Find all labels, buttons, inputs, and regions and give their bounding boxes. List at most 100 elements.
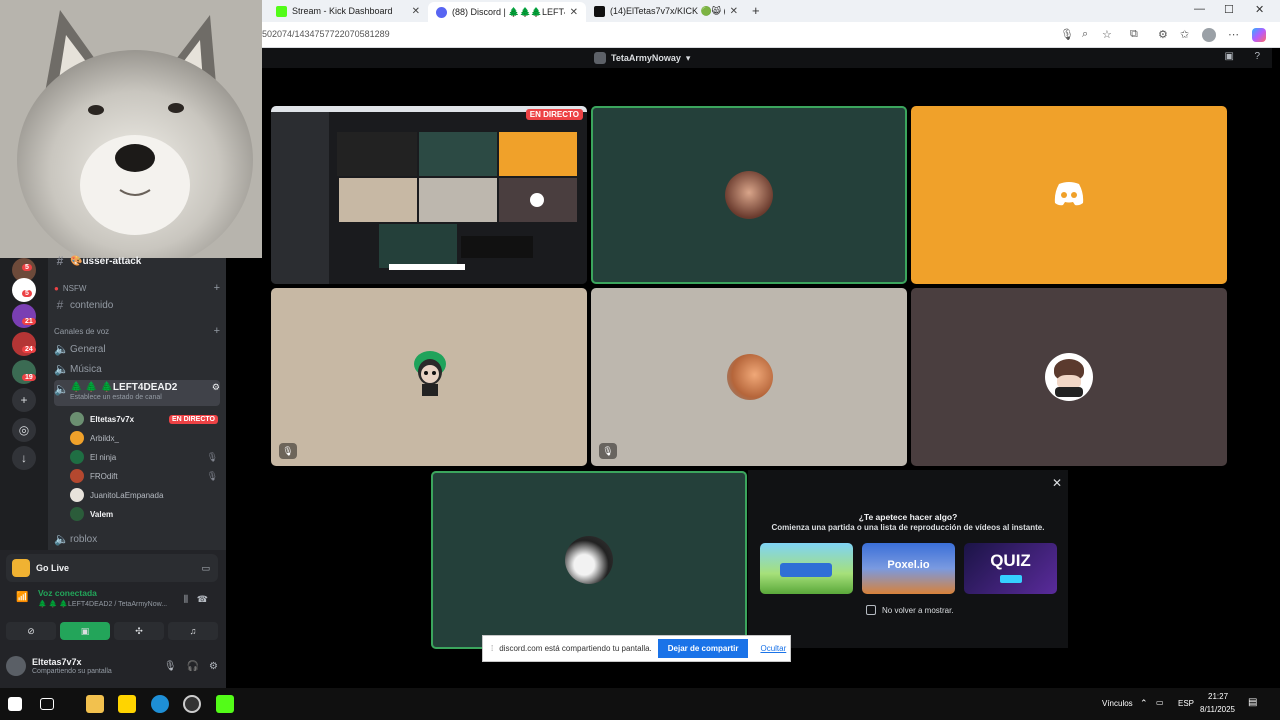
help-icon[interactable]: ? <box>1254 51 1260 62</box>
minimize-button[interactable]: — <box>1194 3 1205 15</box>
soundboard-icon[interactable]: ♫ <box>168 622 218 640</box>
app-icon[interactable] <box>216 695 234 713</box>
links-label[interactable]: Vínculos <box>1102 699 1133 708</box>
chevron-down-icon[interactable]: ▾ <box>686 53 691 64</box>
stop-sharing-button[interactable]: Dejar de compartir <box>657 639 749 658</box>
hide-link[interactable]: Ocultar <box>760 644 786 653</box>
activity-title: ¿Te apetece hacer algo? <box>858 512 958 522</box>
participant-tile[interactable]: 🎙 <box>271 288 587 466</box>
browser-tab-kick[interactable]: Stream - Kick Dashboard ✕ <box>268 2 428 20</box>
close-icon[interactable]: ✕ <box>412 6 420 17</box>
voice-user[interactable]: Valem <box>70 505 218 523</box>
close-icon[interactable]: ✕ <box>730 6 738 17</box>
add-channel-icon[interactable]: + <box>214 325 220 337</box>
network-icon[interactable]: ▭ <box>1156 698 1164 707</box>
split-icon[interactable]: ⚙ <box>1158 28 1168 41</box>
copilot-icon[interactable] <box>1252 28 1266 42</box>
file-explorer-icon[interactable] <box>86 695 104 713</box>
window-close-button[interactable]: ✕ <box>1255 3 1264 16</box>
signal-icon[interactable]: 📶 <box>16 592 28 603</box>
participant-tile[interactable] <box>591 106 907 284</box>
user-name: Eltetas7v7x <box>90 414 135 424</box>
screenshare-tile[interactable]: EN DIRECTO <box>271 106 587 284</box>
channel-contenido[interactable]: # contenido <box>54 296 220 314</box>
voice-user[interactable]: JuanitoLaEmpanada <box>70 486 218 504</box>
category-voice[interactable]: Canales de voz + <box>54 322 220 340</box>
speaker-icon: 🔈 <box>54 362 69 376</box>
dont-show-again[interactable]: No volver a mostrar. <box>866 605 954 615</box>
clock-time[interactable]: 21:27 <box>1208 692 1228 701</box>
more-icon[interactable]: ⋯ <box>1228 28 1239 41</box>
activities-icon[interactable]: ✣ <box>114 622 164 640</box>
mic-icon[interactable]: 🎙 <box>1060 28 1074 41</box>
headphones-icon[interactable]: 🎧 <box>187 661 199 672</box>
disconnect-icon[interactable]: ☎ <box>197 594 208 605</box>
voice-user[interactable]: El ninja 🎙 <box>70 448 218 466</box>
notification-icon[interactable]: ▤ <box>1248 697 1257 708</box>
edge-icon[interactable] <box>151 695 169 713</box>
add-channel-icon[interactable]: + <box>214 282 220 294</box>
task-view-icon[interactable] <box>40 698 54 710</box>
clock-date[interactable]: 8/11/2025 <box>1200 705 1235 714</box>
address-bar[interactable]: 502074/1434757722070581289 🎙 ⌕ ☆ ⧉ ⚙ ✩ ⋯ <box>262 22 1280 48</box>
server-icon <box>594 52 606 64</box>
channel-name: 🌲 🌲 🌲LEFT4DEAD2 <box>70 382 178 393</box>
zoom-icon[interactable]: ⌕ <box>1082 28 1088 41</box>
new-tab-button[interactable]: + <box>752 3 760 18</box>
participant-tile[interactable]: 🎙 <box>591 288 907 466</box>
browser-tab-discord[interactable]: (88) Discord | 🌲🌲🌲LEFT4 ✕ <box>428 2 586 22</box>
voice-user[interactable]: Eltetas7v7x EN DIRECTO <box>70 410 218 428</box>
participant-tile[interactable] <box>911 106 1227 284</box>
url-text[interactable]: 502074/1434757722070581289 <box>262 29 390 39</box>
close-icon[interactable]: ✕ <box>570 7 578 18</box>
current-user[interactable]: Eltetas7v7x Compartiendo su pantalla 🎙 🎧… <box>6 650 218 682</box>
obs-icon[interactable] <box>183 695 201 713</box>
category-nsfw[interactable]: ● NSFW + <box>54 279 220 297</box>
chevron-up-icon[interactable]: ⌃ <box>1140 698 1148 709</box>
favorites-icon[interactable]: ✩ <box>1180 28 1189 41</box>
go-live-button[interactable]: Go Live ▭ <box>6 554 218 582</box>
voice-user[interactable]: FROdift 🎙 <box>70 467 218 485</box>
avatar <box>727 354 773 400</box>
activity-card-poxel[interactable]: Poxel.io <box>862 543 955 594</box>
screen-icon[interactable]: ▭ <box>201 563 210 574</box>
channel-status[interactable]: Establece un estado de canal <box>70 394 177 401</box>
user-status: Compartiendo su pantalla <box>32 668 112 675</box>
gear-icon[interactable]: ⚙ <box>209 661 218 672</box>
gear-icon[interactable]: ⚙ <box>212 382 220 393</box>
maximize-button[interactable]: ☐ <box>1224 3 1234 16</box>
participant-tile[interactable] <box>911 288 1227 466</box>
add-server-icon[interactable]: + <box>12 388 36 412</box>
user-panel: Go Live ▭ 📶 Voz conectada 🌲 🌲 🌲LEFT4DEAD… <box>0 550 226 688</box>
inbox-icon[interactable]: ▣ <box>1225 51 1234 62</box>
activity-card-quiz[interactable]: QUIZ <box>964 543 1057 594</box>
voice-channel-left4dead2[interactable]: 🔈 🌲 🌲 🌲LEFT4DEAD2 Establece un estado de… <box>54 380 220 406</box>
checkbox[interactable] <box>866 605 876 615</box>
camera-off-icon[interactable]: ⊘ <box>6 622 56 640</box>
noise-icon[interactable]: ⫼ <box>184 594 188 605</box>
voice-user[interactable]: Arbildx_ <box>70 429 218 447</box>
voice-channel-general[interactable]: 🔈 General <box>54 340 220 358</box>
close-icon[interactable]: ✕ <box>1052 476 1062 490</box>
drag-handle-icon[interactable]: ⁞ <box>491 644 493 653</box>
profile-icon[interactable] <box>1202 28 1216 42</box>
download-icon[interactable]: ↓ <box>12 446 36 470</box>
discord-icon <box>436 6 447 18</box>
unread-badge: 21 <box>22 318 36 325</box>
channel-usser-attack[interactable]: # 🎨usser-attack <box>54 252 220 270</box>
voice-channel-roblox[interactable]: 🔈 roblox <box>54 530 220 548</box>
browser-tab-tiktok[interactable]: (14)ElTetas7v7x/KICK 🟢😸 (@elt ✕ <box>586 2 746 20</box>
start-icon[interactable] <box>8 697 22 711</box>
mic-icon[interactable]: 🎙 <box>164 661 177 672</box>
sticky-notes-icon[interactable] <box>118 695 136 713</box>
participant-tile[interactable] <box>431 471 747 649</box>
language-label[interactable]: ESP <box>1178 699 1194 708</box>
game-logo <box>780 563 832 577</box>
screen-share-icon[interactable]: ▣ <box>60 622 110 640</box>
discover-icon[interactable]: ◎ <box>12 418 36 442</box>
voice-channel-musica[interactable]: 🔈 Música <box>54 360 220 378</box>
star-icon[interactable]: ☆ <box>1102 28 1112 41</box>
extensions-icon[interactable]: ⧉ <box>1130 28 1138 41</box>
activity-card-1[interactable] <box>760 543 853 594</box>
voice-buttons: ⊘ ▣ ✣ ♫ <box>6 622 218 640</box>
